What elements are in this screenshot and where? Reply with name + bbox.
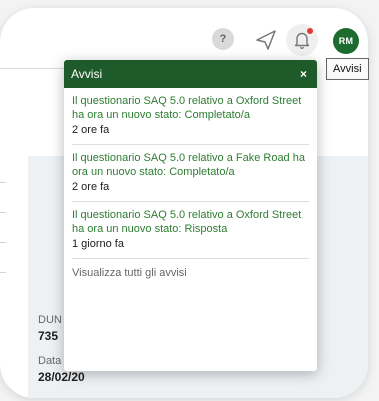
background-row-divider — [0, 242, 6, 243]
header-divider — [0, 68, 64, 69]
close-button[interactable]: × — [300, 67, 307, 81]
notification-item[interactable]: Il questionario SAQ 5.0 relativo a Oxfor… — [72, 202, 309, 259]
background-date-label: Data — [38, 355, 62, 367]
notification-text[interactable]: Il questionario SAQ 5.0 relativo a Oxfor… — [72, 94, 309, 122]
send-icon[interactable] — [253, 28, 279, 52]
notifications-button[interactable] — [286, 24, 318, 56]
header-actions: ? RM — [0, 24, 379, 56]
background-field-label: DUN — [38, 314, 62, 326]
popup-header: Avvisi × — [64, 60, 317, 88]
background-date-value: 28/02/20 — [38, 370, 85, 384]
notification-text[interactable]: Il questionario SAQ 5.0 relativo a Fake … — [72, 151, 309, 179]
notifications-popup: Avvisi × Il questionario SAQ 5.0 relativ… — [64, 60, 317, 371]
help-icon[interactable]: ? — [212, 28, 234, 50]
background-row-divider — [0, 212, 6, 213]
notification-text[interactable]: Il questionario SAQ 5.0 relativo a Oxfor… — [72, 208, 309, 236]
notification-time: 1 giorno fa — [72, 238, 124, 250]
notification-item[interactable]: Il questionario SAQ 5.0 relativo a Fake … — [72, 145, 309, 202]
background-field-value: 735 — [38, 329, 59, 343]
background-row-divider — [0, 182, 6, 183]
help-icon-label: ? — [219, 33, 227, 45]
avatar-initials: RM — [338, 36, 354, 46]
notifications-tooltip: Avvisi — [326, 58, 369, 80]
popup-title: Avvisi — [71, 67, 103, 81]
view-all-notifications-link[interactable]: Visualizza tutti gli avvisi — [72, 259, 309, 279]
background-row-divider — [0, 272, 6, 273]
avatar[interactable]: RM — [333, 28, 359, 54]
notification-time: 2 ore fa — [72, 124, 110, 136]
notification-time: 2 ore fa — [72, 181, 110, 193]
notification-item[interactable]: Il questionario SAQ 5.0 relativo a Oxfor… — [72, 88, 309, 145]
notification-dot — [307, 28, 313, 34]
